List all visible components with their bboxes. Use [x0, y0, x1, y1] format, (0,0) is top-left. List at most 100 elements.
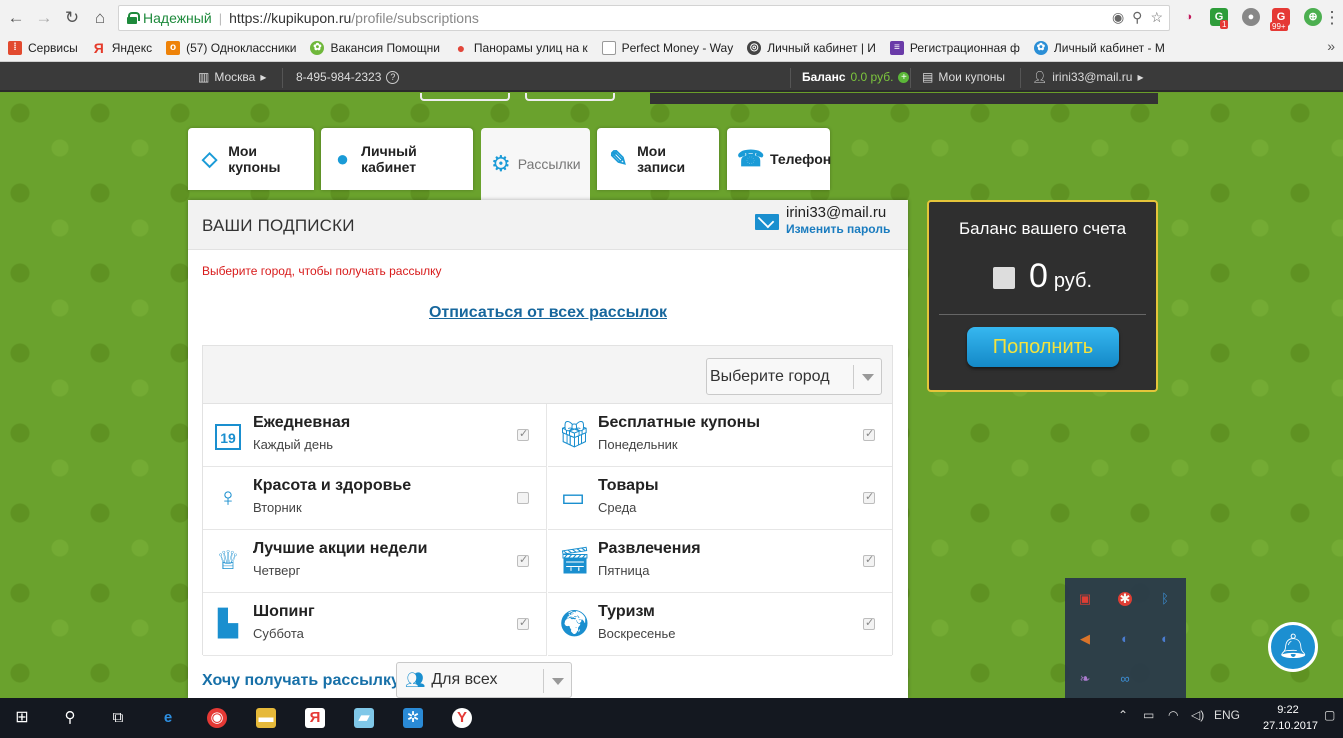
- language-indicator[interactable]: ENG: [1214, 708, 1240, 722]
- bookmark-item[interactable]: о (57) Одноклассники: [166, 41, 296, 55]
- app-tray-icon[interactable]: ∞: [1118, 672, 1132, 686]
- search-icon[interactable]: ⚲: [60, 708, 80, 728]
- bookmark-item[interactable]: Я Яндекс: [92, 41, 152, 55]
- forward-icon[interactable]: →: [34, 8, 54, 28]
- antivirus-icon[interactable]: ✱: [1118, 592, 1132, 606]
- tray-overflow-popup: ▣ ✱ ᛒ ◀ ◐ ◐ ❧ ∞: [1065, 578, 1186, 698]
- app-tray-icon[interactable]: ◐: [1118, 632, 1132, 646]
- extension-badge: 1: [1220, 20, 1229, 29]
- page-title: ВАШИ ПОДПИСКИ: [202, 216, 355, 235]
- bookmarks-overflow-icon[interactable]: »: [1327, 38, 1335, 54]
- subscription-checkbox[interactable]: [517, 616, 529, 630]
- tab-phone[interactable]: ☎ Телефон: [727, 128, 831, 190]
- extension-icon[interactable]: ●: [1242, 8, 1260, 26]
- extension-icon[interactable]: ⊕: [1304, 8, 1322, 26]
- gift-icon: 🎁︎: [558, 419, 592, 449]
- home-icon[interactable]: ⌂: [90, 8, 110, 28]
- back-icon[interactable]: ←: [6, 8, 26, 28]
- battery-icon[interactable]: ▭: [1143, 708, 1154, 722]
- snowflake-app-icon[interactable]: ✲: [403, 708, 423, 728]
- bookmark-item[interactable]: ◎ Личный кабинет | И: [747, 41, 876, 55]
- subscription-checkbox[interactable]: [517, 427, 529, 441]
- clover-icon: ✿: [1033, 41, 1048, 55]
- browser-chrome: ← → ↻ ⌂ Надежный | https://kupikupon.ru /…: [0, 0, 1343, 62]
- globe-icon: 🌍︎: [558, 608, 592, 638]
- subscription-checkbox[interactable]: [517, 553, 529, 567]
- notification-bell-icon[interactable]: 🔔︎: [1268, 622, 1318, 672]
- edit-icon: ✎: [609, 146, 628, 171]
- speaker-icon[interactable]: ◀: [1078, 632, 1092, 646]
- bookmark-item[interactable]: ⁞ Сервисы: [8, 41, 78, 55]
- mail-icon: [755, 214, 779, 230]
- topup-button[interactable]: Пополнить: [967, 327, 1119, 367]
- subscription-checkbox[interactable]: [863, 553, 875, 567]
- want-subscription-label: Хочу получать рассылку:: [202, 672, 405, 689]
- subscriptions-grid: 19 Ежедневная Каждый день 🎁︎ Бесплатные …: [203, 403, 892, 656]
- bookmark-item[interactable]: Perfect Money - Way: [601, 41, 733, 55]
- extension-badge: 99+: [1270, 22, 1288, 31]
- clock[interactable]: 9:22 27.10.2017: [1263, 702, 1318, 734]
- folder-icon[interactable]: ▬: [256, 708, 276, 728]
- chevron-up-icon[interactable]: ⌃: [1118, 708, 1128, 722]
- volume-icon[interactable]: ◁): [1191, 708, 1204, 722]
- help-icon[interactable]: ?: [386, 70, 400, 84]
- menu-icon[interactable]: ⋮: [1322, 8, 1342, 28]
- key-icon[interactable]: ⚲: [1132, 9, 1142, 26]
- subscription-checkbox[interactable]: [863, 490, 875, 504]
- notifications-icon[interactable]: ▢: [1324, 708, 1335, 722]
- address-bar[interactable]: Надежный | https://kupikupon.ru/profile/…: [118, 5, 1170, 31]
- edge-icon[interactable]: e: [158, 708, 178, 728]
- panel-header: ВАШИ ПОДПИСКИ irini33@mail.ru Изменить п…: [188, 200, 908, 250]
- page-icon: [601, 41, 616, 55]
- user-menu[interactable]: 👤︎ irini33@mail.ru ▸: [1032, 70, 1143, 84]
- clapperboard-icon: 🎬︎: [558, 545, 592, 575]
- notes-icon[interactable]: ▰: [354, 708, 374, 728]
- bookmark-item[interactable]: ≡ Регистрационная ф: [889, 41, 1020, 55]
- city-select[interactable]: Выберите город: [706, 358, 882, 395]
- change-password-link[interactable]: Изменить пароль: [786, 222, 890, 236]
- map-pin-icon: ●: [456, 40, 466, 56]
- task-view-icon[interactable]: ⧉: [108, 708, 128, 728]
- bookmark-item[interactable]: ● Панорамы улиц на к: [454, 41, 588, 55]
- subscription-checkbox[interactable]: [517, 492, 529, 504]
- phone-number: 8-495-984-2323 ?: [296, 70, 400, 84]
- chrome-icon[interactable]: ◉: [207, 708, 227, 728]
- laptop-icon: ▭: [560, 482, 586, 512]
- tab-my-coupons[interactable]: ⬦ Мои купоны: [188, 128, 314, 190]
- bookmark-item[interactable]: ✿ Вакансия Помощни: [310, 41, 440, 55]
- yandex-icon[interactable]: Y: [452, 708, 472, 728]
- subscription-checkbox[interactable]: [863, 427, 875, 441]
- bluetooth-icon[interactable]: ᛒ: [1158, 592, 1172, 606]
- reload-icon[interactable]: ↻: [62, 8, 82, 28]
- my-coupons-link[interactable]: ▤ Мои купоны: [922, 70, 1005, 84]
- windows-start-icon[interactable]: ⊞: [12, 708, 32, 728]
- bookmarks-bar: ⁞ Сервисы Я Яндекс о (57) Одноклассники ✿ Ва…: [0, 36, 1343, 60]
- city-link[interactable]: ▥ Москва ▸: [198, 70, 266, 84]
- balance-link[interactable]: Баланс 0.0 руб. +: [802, 70, 910, 84]
- tab-my-records[interactable]: ✎ Мои записи: [597, 128, 719, 190]
- feather-icon[interactable]: ❧: [1078, 672, 1092, 686]
- gear-icon: ⚙: [491, 151, 511, 176]
- extension-icon[interactable]: ◑: [1180, 8, 1198, 26]
- subscription-item: 19 Ежедневная Каждый день: [203, 404, 547, 467]
- users-icon: 👥︎: [405, 672, 426, 689]
- tab-personal-account[interactable]: ● Личный кабинет: [321, 128, 473, 190]
- tab-subscriptions[interactable]: ⚙ Рассылки: [481, 128, 590, 200]
- wallet-icon: [992, 267, 1015, 290]
- app-tray-icon[interactable]: ◐: [1158, 632, 1172, 646]
- trophy-icon: ♕: [216, 545, 240, 575]
- user-icon: 👤︎: [1032, 70, 1048, 84]
- subscription-checkbox[interactable]: [863, 616, 875, 630]
- user-icon: ●: [335, 146, 350, 171]
- yandex-browser-icon[interactable]: Я: [305, 708, 325, 728]
- bookmark-item[interactable]: ✿ Личный кабинет - М: [1033, 41, 1165, 55]
- city-buildings-icon: ▥: [198, 70, 210, 84]
- wifi-icon[interactable]: ◠: [1168, 708, 1178, 722]
- subscription-item: ▙ Шопинг Суббота: [203, 593, 547, 656]
- add-balance-icon[interactable]: +: [898, 71, 910, 83]
- unsubscribe-all-link: Отписаться от всех рассылок: [428, 304, 667, 321]
- star-icon[interactable]: ☆: [1150, 9, 1163, 26]
- audience-select[interactable]: 👥︎ Для всех: [396, 662, 572, 698]
- translate-icon[interactable]: ◉: [1112, 9, 1124, 26]
- network-error-icon[interactable]: ▣: [1078, 592, 1092, 606]
